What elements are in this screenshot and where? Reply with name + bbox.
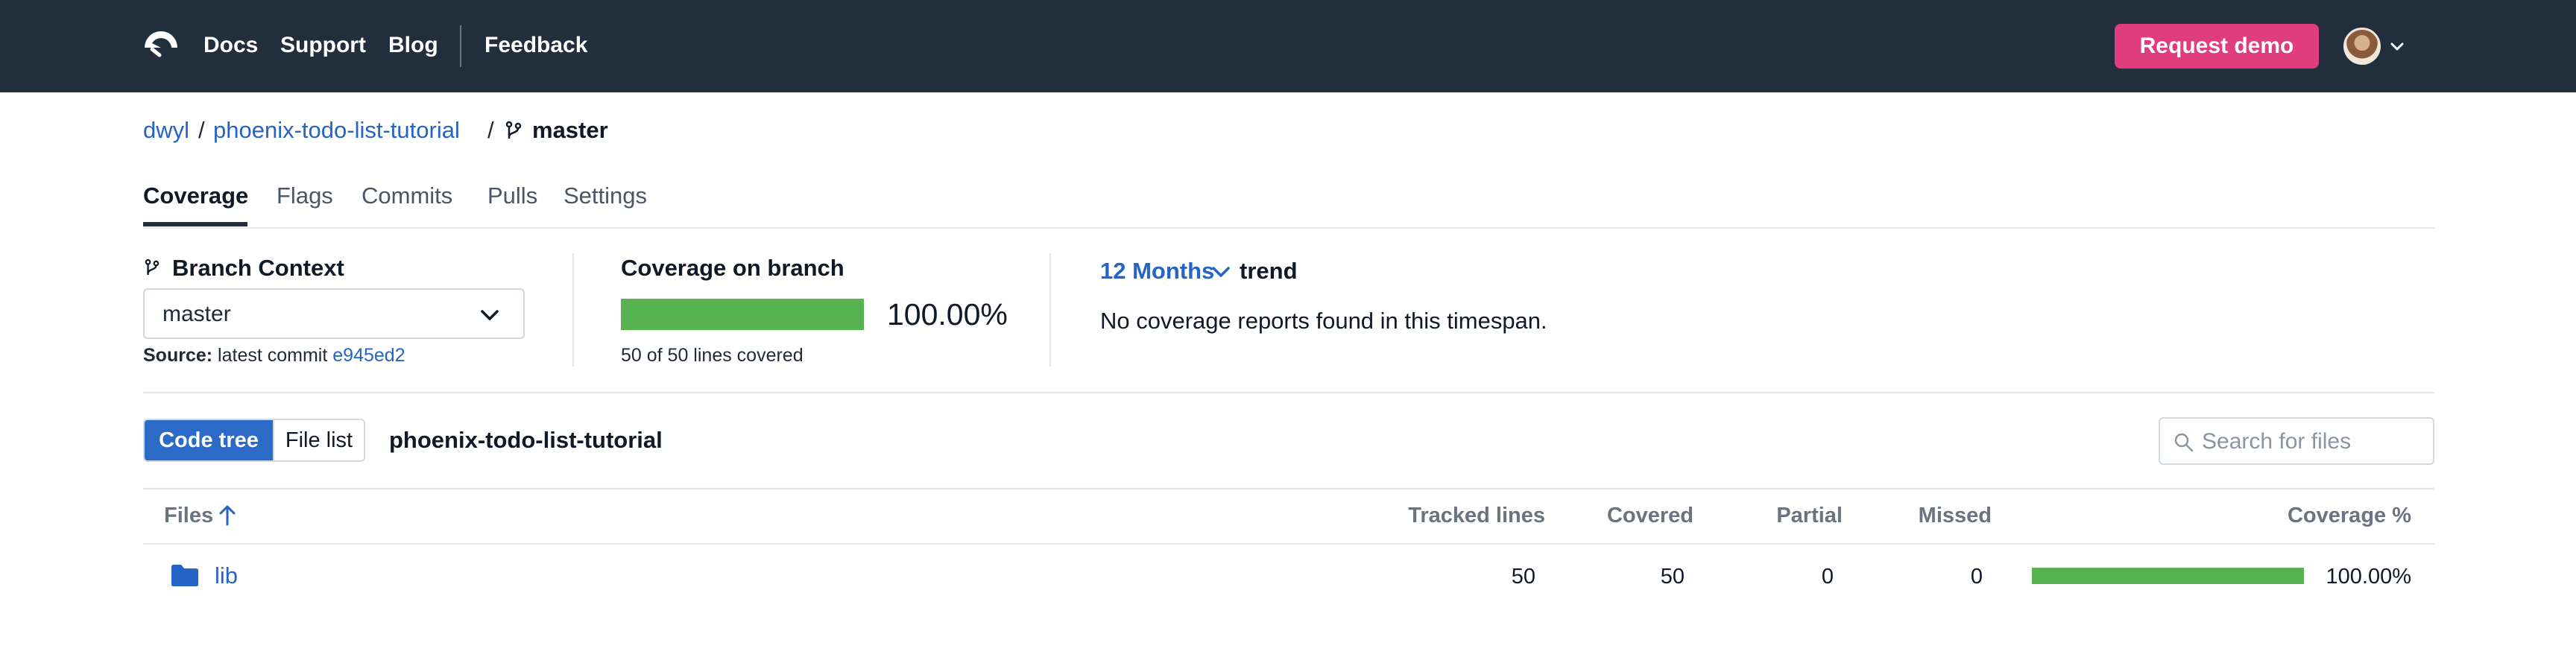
row-coverage-bar [2032,568,2304,584]
file-list-button[interactable]: File list [273,420,364,460]
row-coverage-percent: 100.00% [2326,565,2412,589]
trend-period-select[interactable]: 12 Months [1100,257,1214,285]
commit-link[interactable]: e945ed2 [332,345,405,366]
row-tracked-lines: 50 [1511,565,1535,589]
coverage-percentage: 100.00% [887,297,1008,332]
coverage-on-branch-title: Coverage on branch [621,255,845,281]
search-icon [2174,433,2194,452]
column-header-missed[interactable]: Missed [1863,502,1992,529]
divider [1049,253,1051,367]
request-demo-button[interactable]: Request demo [2115,24,2319,69]
nav-feedback-link[interactable]: Feedback [484,31,587,60]
column-header-covered[interactable]: Covered [1565,502,1693,529]
user-avatar[interactable] [2343,28,2381,65]
git-branch-icon [145,259,160,275]
chevron-down-icon[interactable] [2388,39,2406,54]
active-tab-indicator [143,222,247,226]
breadcrumb-separator: / [487,117,494,143]
arrow-up-icon[interactable] [218,504,237,527]
codecov-logo-icon[interactable] [142,27,180,64]
column-header-files[interactable]: Files [164,502,213,529]
tab-commits[interactable]: Commits [362,182,452,210]
tab-flags[interactable]: Flags [277,182,333,210]
column-header-coverage[interactable]: Coverage % [2162,502,2411,529]
tab-coverage[interactable]: Coverage [143,182,248,210]
breadcrumb-branch: master [532,117,608,143]
breadcrumb-repo-link[interactable]: phoenix-todo-list-tutorial [213,116,460,145]
column-header-tracked-lines[interactable]: Tracked lines [1371,502,1545,529]
breadcrumb-owner-link[interactable]: dwyl [143,116,189,145]
source-info: Source: latest commit e945ed2 [143,343,405,367]
divider [143,488,2434,489]
nav-docs-link[interactable]: Docs [203,31,258,60]
top-nav-bar: Docs Support Blog Feedback Request demo [0,0,2576,92]
branch-select[interactable]: master [143,288,525,339]
divider [143,392,2434,393]
tab-settings[interactable]: Settings [564,182,647,210]
git-branch-icon [505,121,522,139]
branch-context-title: Branch Context [172,255,344,281]
branch-select-value: master [162,302,231,326]
code-tree-button[interactable]: Code tree [145,420,273,460]
trend-label: trend [1240,258,1298,284]
tab-pulls[interactable]: Pulls [487,182,537,210]
source-text: latest commit [218,345,328,366]
lines-covered-text: 50 of 50 lines covered [621,345,804,366]
trend-empty-message: No coverage reports found in this timesp… [1100,308,1547,334]
row-file-name[interactable]: lib [215,562,238,590]
search-input[interactable] [2202,423,2425,460]
nav-support-link[interactable]: Support [280,31,366,60]
coverage-progress-fill [621,299,864,330]
divider [143,227,2434,229]
column-header-partial[interactable]: Partial [1714,502,1843,529]
breadcrumb-separator: / [198,117,205,143]
row-partial: 0 [1821,565,1834,589]
chevron-down-icon [481,310,499,320]
nav-blog-link[interactable]: Blog [388,31,438,60]
view-toggle: Code tree File list [143,419,365,462]
nav-divider [460,25,461,67]
tree-root-name: phoenix-todo-list-tutorial [389,427,663,453]
divider [143,543,2434,545]
coverage-progress-bar [621,299,864,330]
row-missed: 0 [1970,565,1983,589]
file-search[interactable] [2159,417,2434,465]
row-covered: 50 [1660,565,1685,589]
row-coverage-fill [2032,568,2304,584]
divider [572,253,574,367]
folder-icon [171,565,198,586]
source-label: Source: [143,345,213,366]
chevron-down-icon[interactable] [1210,265,1231,279]
